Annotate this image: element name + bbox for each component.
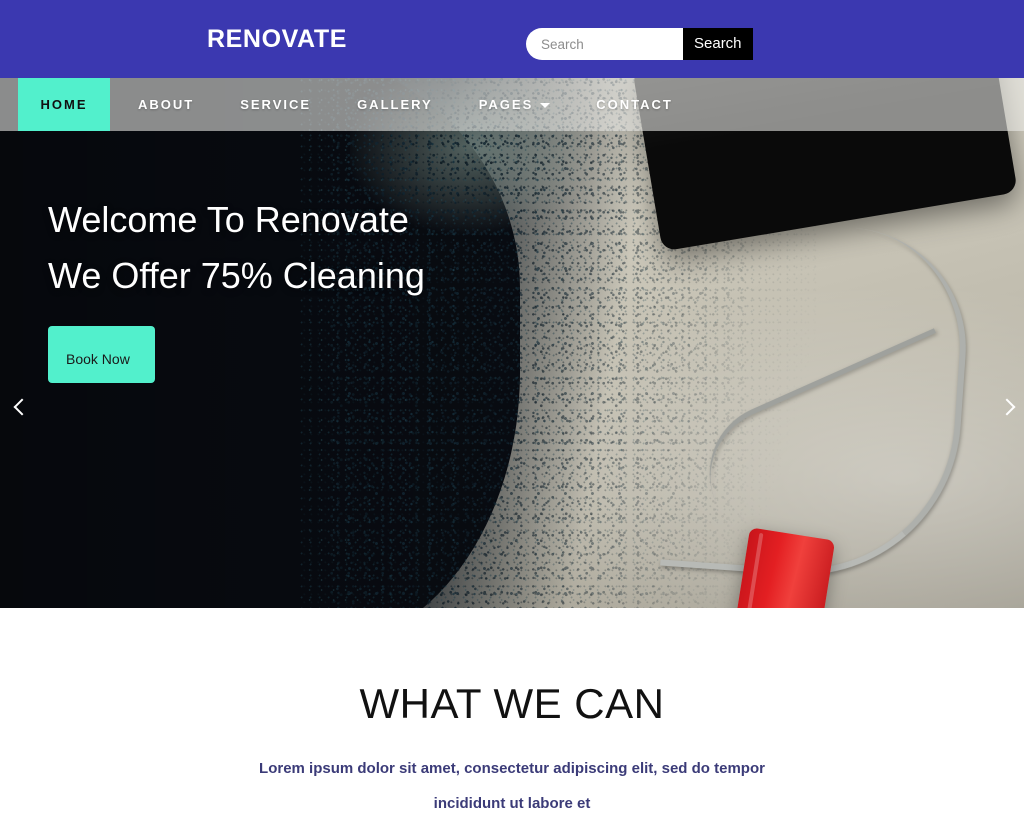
chevron-right-icon bbox=[998, 398, 1016, 416]
hero-content: Welcome To Renovate We Offer 75% Cleanin… bbox=[48, 192, 425, 383]
brand-logo[interactable]: RENOVATE bbox=[207, 25, 347, 54]
nav-item-home[interactable]: HOME bbox=[18, 78, 110, 131]
nav-item-gallery[interactable]: GALLERY bbox=[357, 78, 433, 131]
search-button[interactable]: Search bbox=[683, 28, 753, 60]
main-navigation: HOME ABOUT SERVICE GALLERY PAGES CONTACT bbox=[0, 78, 1024, 131]
nav-item-about[interactable]: ABOUT bbox=[138, 78, 194, 131]
chevron-down-icon bbox=[540, 103, 551, 108]
nav-label-contact: CONTACT bbox=[596, 97, 673, 112]
search-input[interactable] bbox=[526, 28, 683, 60]
carousel-next-button[interactable] bbox=[992, 390, 1024, 424]
nav-label-home: HOME bbox=[40, 97, 88, 112]
nav-item-contact[interactable]: CONTACT bbox=[596, 78, 673, 131]
nav-item-service[interactable]: SERVICE bbox=[240, 78, 311, 131]
nav-label-about: ABOUT bbox=[138, 97, 195, 112]
section-title: WHAT WE CAN bbox=[359, 680, 665, 727]
nav-label-pages: PAGES bbox=[478, 97, 534, 112]
hero-headline-line2: We Offer 75% Cleaning bbox=[48, 255, 425, 296]
what-we-can-section: WHAT WE CAN Lorem ipsum dolor sit amet, … bbox=[0, 608, 1024, 812]
chevron-left-icon bbox=[13, 398, 31, 416]
nav-label-gallery: GALLERY bbox=[357, 97, 433, 112]
section-subtitle: Lorem ipsum dolor sit amet, consectetur … bbox=[259, 760, 765, 812]
search-form: Search bbox=[526, 28, 753, 60]
nav-label-service: SERVICE bbox=[240, 97, 312, 112]
book-now-button[interactable]: Book Now bbox=[48, 326, 155, 383]
nav-item-pages[interactable]: PAGES bbox=[479, 78, 551, 131]
site-header: RENOVATE Search bbox=[0, 0, 1024, 78]
hero-headline-line1: Welcome To Renovate bbox=[48, 199, 409, 240]
carousel-prev-button[interactable] bbox=[3, 390, 37, 424]
